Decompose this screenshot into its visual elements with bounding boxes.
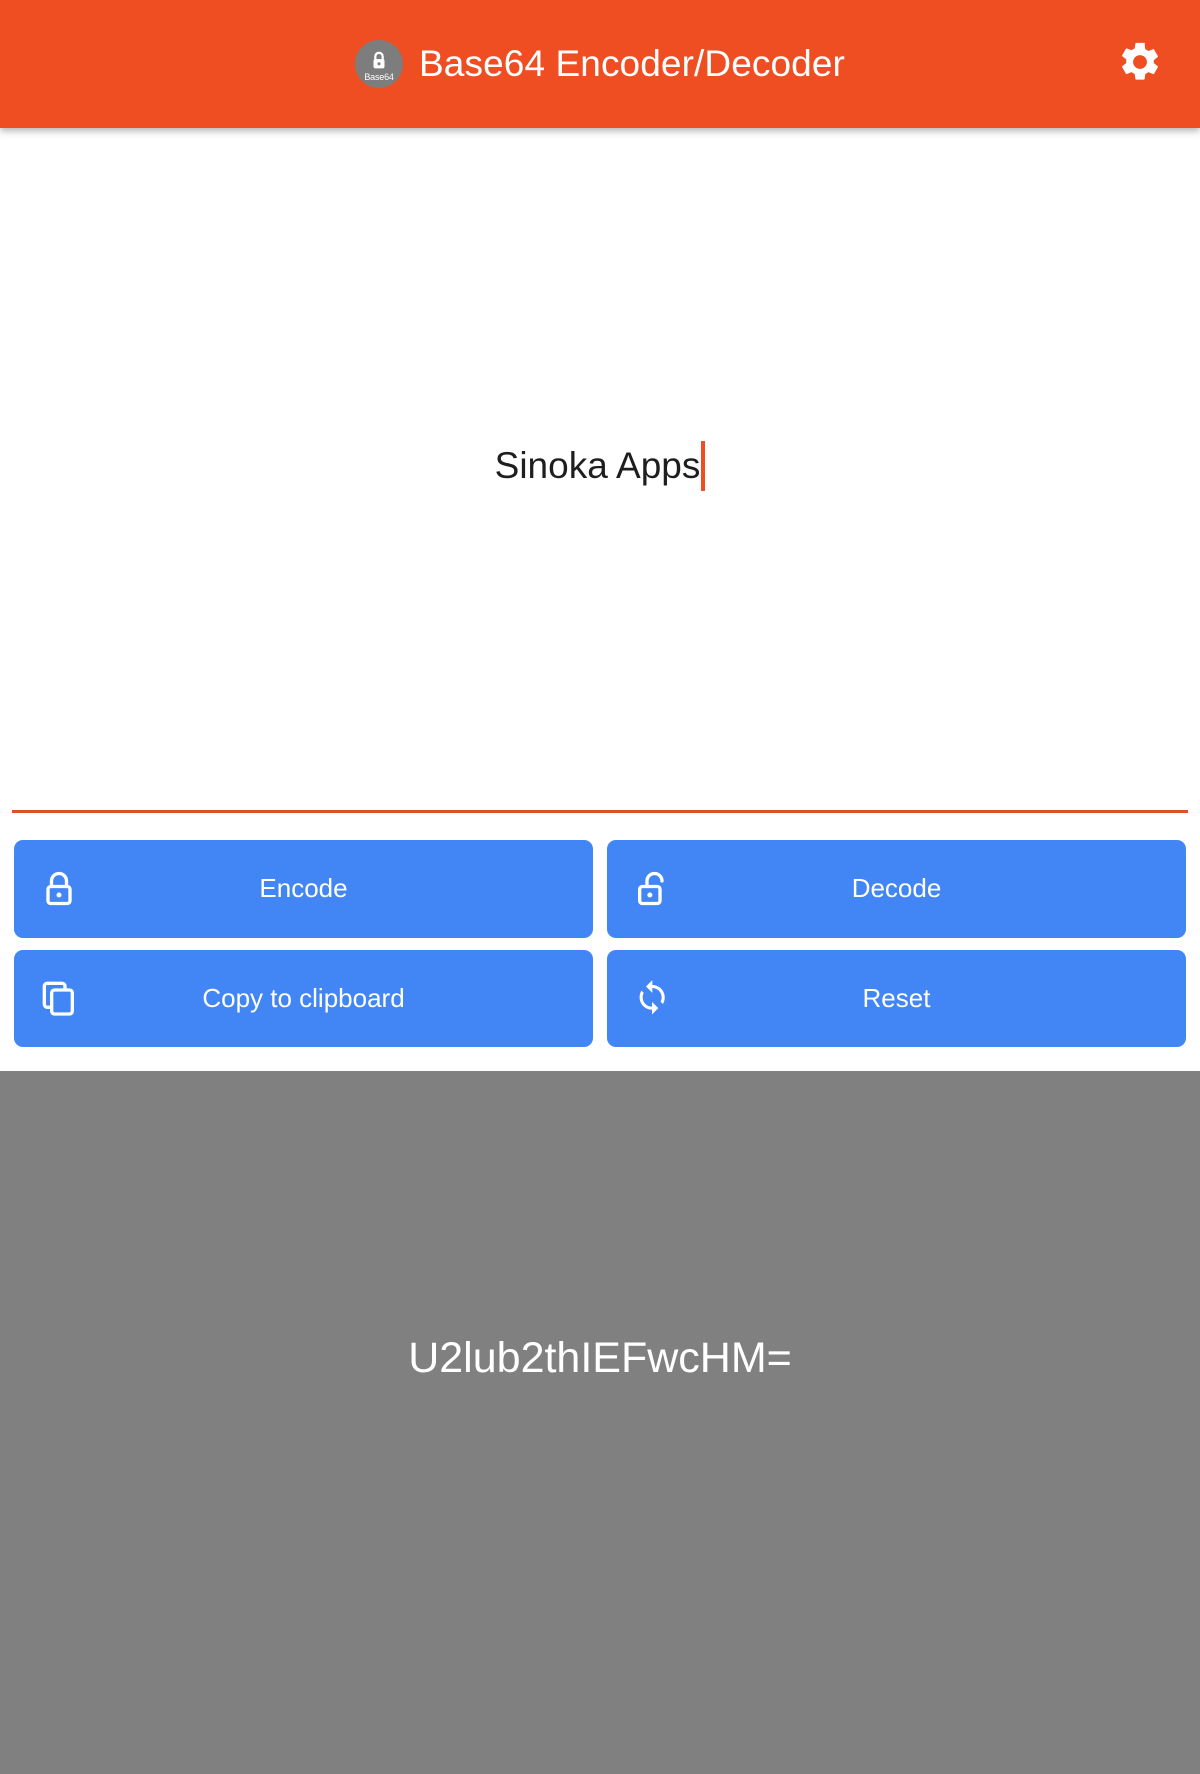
output-value: U2lub2thIEFwcHM= (408, 1333, 792, 1382)
input-line: Sinoka Apps (494, 440, 706, 491)
encode-button[interactable]: Encode (14, 840, 593, 938)
input-underline (12, 810, 1188, 813)
lock-closed-icon (36, 866, 82, 912)
page-title: Base64 Encoder/Decoder (419, 43, 845, 84)
decode-button[interactable]: Decode (607, 840, 1186, 938)
decode-button-label: Decode (851, 873, 942, 904)
encode-button-label: Encode (259, 873, 348, 904)
app-bar: Base64 Base64 Encoder/Decoder (0, 0, 1200, 128)
action-button-grid: Encode Decode Copy to clipboard Reset (0, 813, 1200, 1071)
settings-button[interactable] (1108, 32, 1172, 96)
reset-button-label: Reset (862, 982, 931, 1013)
refresh-sync-icon (629, 975, 675, 1021)
app-bar-title-group: Base64 Base64 Encoder/Decoder (355, 40, 845, 88)
app-lock-icon: Base64 (355, 40, 404, 88)
lock-open-icon (629, 866, 675, 912)
text-caret (701, 440, 706, 491)
output-result-area[interactable]: U2lub2thIEFwcHM= (0, 1071, 1200, 1774)
copy-icon (36, 975, 82, 1021)
input-value: Sinoka Apps (494, 444, 701, 486)
app-root: Base64 Base64 Encoder/Decoder Sinoka App… (0, 0, 1200, 1774)
gear-icon (1117, 39, 1163, 90)
reset-button[interactable]: Reset (607, 949, 1186, 1047)
copy-to-clipboard-button[interactable]: Copy to clipboard (14, 949, 593, 1047)
input-text-area[interactable]: Sinoka Apps (0, 128, 1200, 813)
app-icon-caption: Base64 (364, 71, 394, 82)
copy-to-clipboard-button-label: Copy to clipboard (202, 982, 405, 1013)
